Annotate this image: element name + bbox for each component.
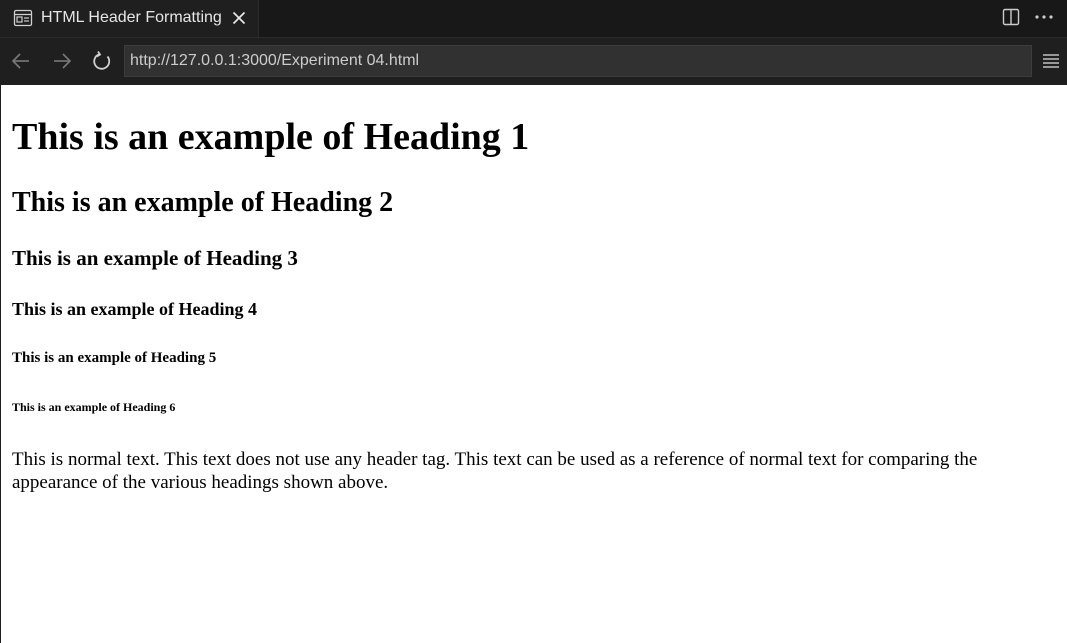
heading-3: This is an example of Heading 3 xyxy=(12,246,298,270)
hamburger-menu-icon[interactable] xyxy=(1041,51,1061,71)
tab-html-header-formatting[interactable]: HTML Header Formatting xyxy=(0,0,259,37)
tab-title: HTML Header Formatting xyxy=(41,9,222,26)
heading-5: This is an example of Heading 5 xyxy=(12,350,217,366)
navigation-bar xyxy=(0,37,1067,85)
reload-icon[interactable] xyxy=(91,50,113,72)
arrow-left-icon[interactable] xyxy=(10,50,32,72)
heading-6: This is an example of Heading 6 xyxy=(12,400,176,414)
heading-2: This is an example of Heading 2 xyxy=(12,187,394,218)
page-content: This is an example of Heading 1 This is … xyxy=(0,85,1067,643)
url-input[interactable] xyxy=(124,45,1032,77)
preview-icon xyxy=(13,9,33,27)
normal-text-paragraph: This is normal text. This text does not … xyxy=(12,449,978,493)
more-actions-icon[interactable] xyxy=(1033,7,1055,27)
tab-bar: HTML Header Formatting xyxy=(0,0,1067,37)
arrow-right-icon[interactable] xyxy=(51,50,73,72)
close-icon[interactable] xyxy=(230,9,248,27)
heading-1: This is an example of Heading 1 xyxy=(12,116,530,158)
split-editor-icon[interactable] xyxy=(1001,7,1021,27)
heading-4: This is an example of Heading 4 xyxy=(12,299,258,319)
